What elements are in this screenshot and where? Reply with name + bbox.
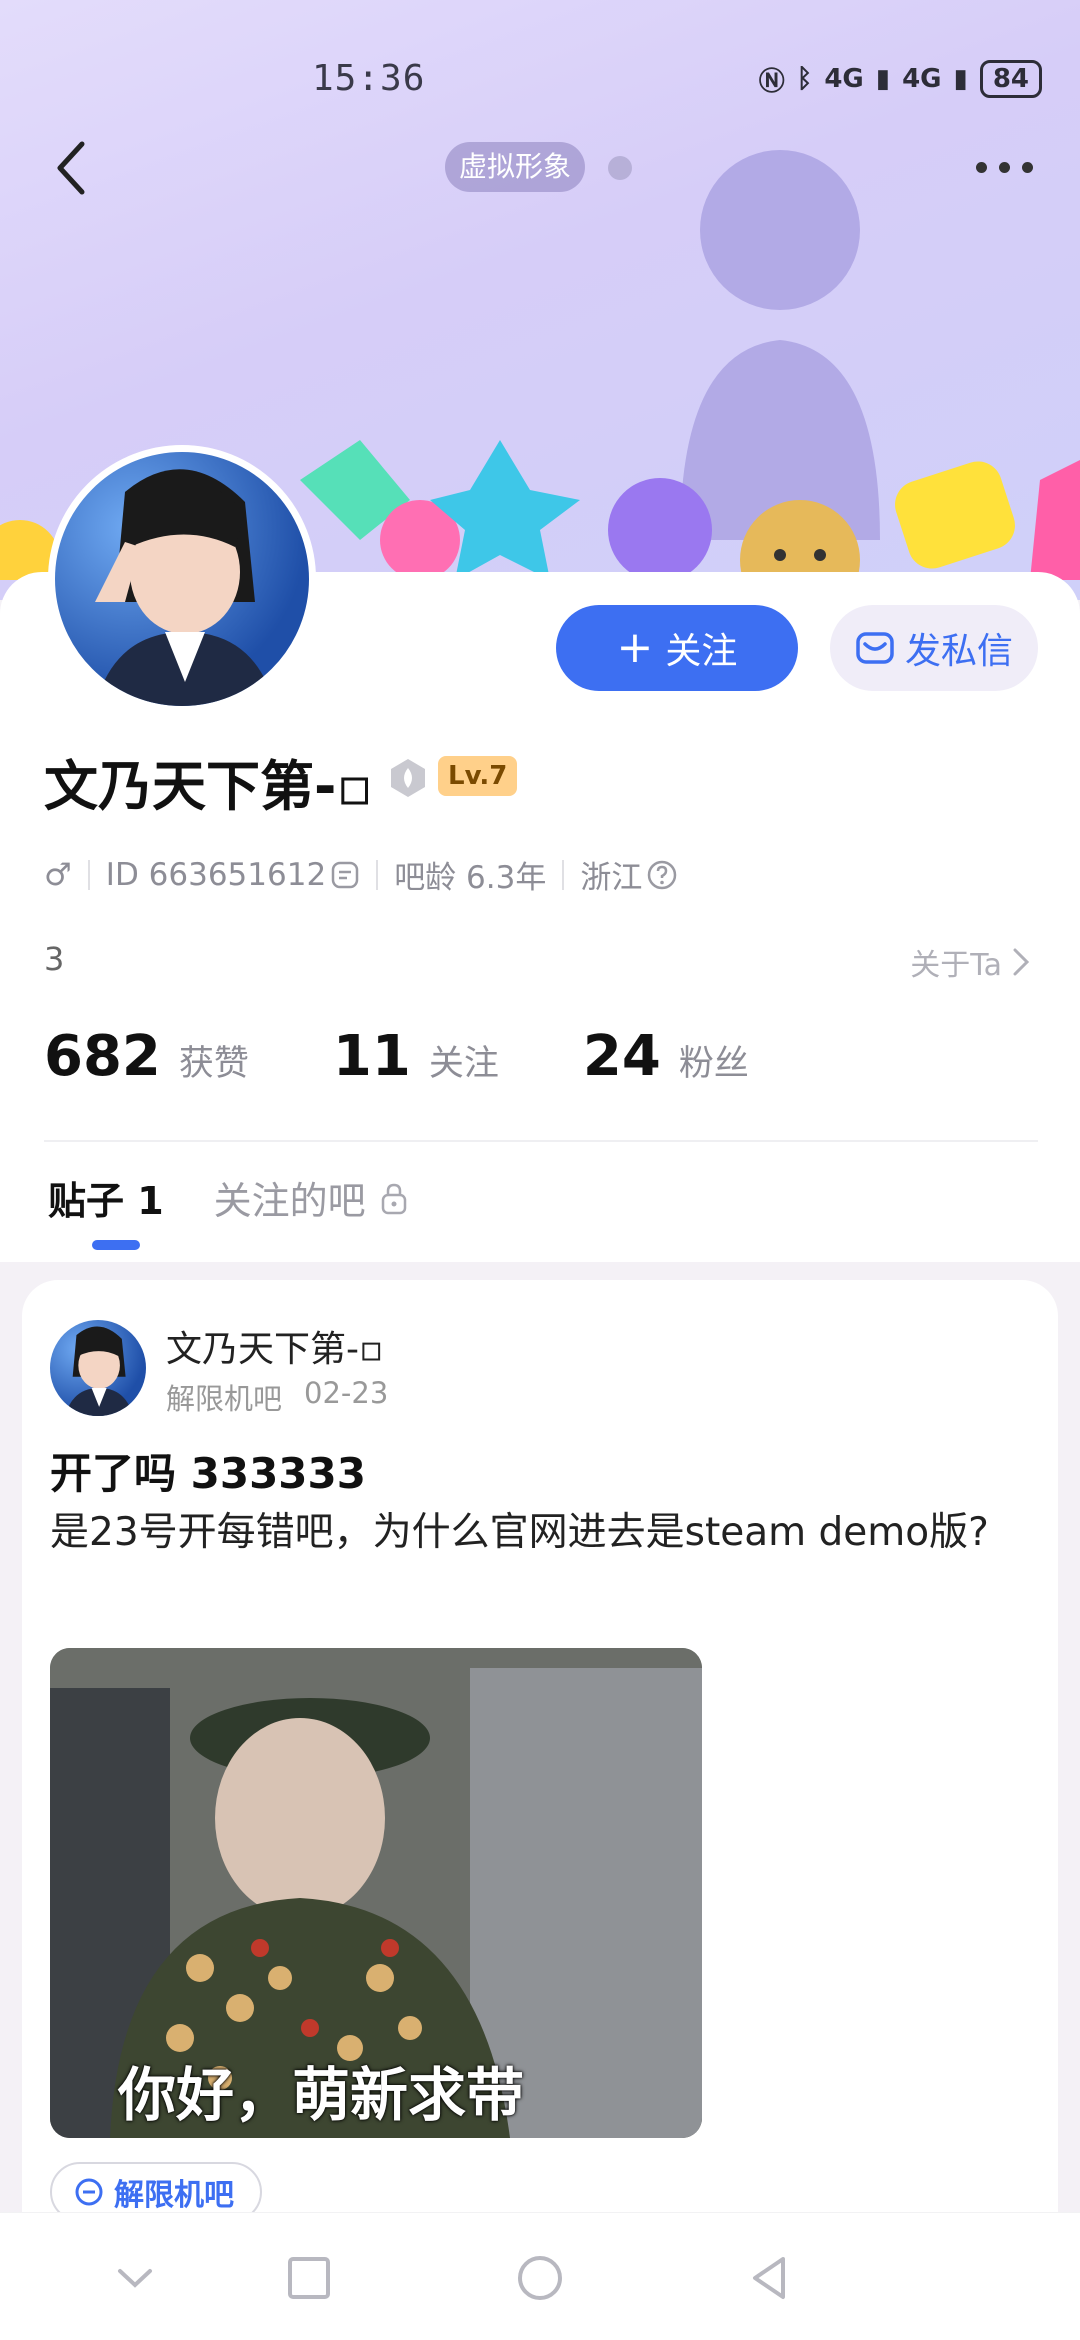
profile-avatar[interactable] <box>48 445 316 713</box>
profile-tabs: 贴子 1 关注的吧 <box>48 1170 408 1225</box>
post-date: 02-23 <box>304 1376 389 1410</box>
nfc-icon: Ⓝ <box>758 66 785 97</box>
stat-value: 11 <box>332 1024 411 1089</box>
recents-square-icon[interactable] <box>284 2253 334 2303</box>
stat-likes[interactable]: 682 获赞 <box>44 1024 249 1089</box>
battery-icon: 84 <box>979 60 1042 98</box>
profile-meta: ♂ ID 663651612 吧龄 6.3年 浙江 <box>44 852 678 897</box>
virtual-avatar-button[interactable]: 虚拟形象 <box>445 142 586 192</box>
stat-following[interactable]: 11 关注 <box>333 1024 499 1089</box>
copy-icon[interactable] <box>330 860 360 890</box>
gender-icon: ♂ <box>44 856 72 893</box>
level-badge: Lv.7 <box>438 756 518 796</box>
about-link[interactable]: 关于Ta <box>910 940 1032 984</box>
message-label: 发私信 <box>904 631 1013 672</box>
avatar-image <box>95 469 275 706</box>
network-label-2: 4G <box>902 64 942 94</box>
back-arrow-icon[interactable] <box>50 138 100 198</box>
divider <box>44 1140 1038 1142</box>
network-label-1: 4G <box>824 64 864 94</box>
about-label: 关于Ta <box>910 948 1002 983</box>
avatar-image <box>65 1326 134 1416</box>
signal-icon: ▮ <box>875 64 891 94</box>
stat-label: 粉丝 <box>678 1044 749 1084</box>
forum-tag-label: 解限机吧 <box>114 2178 234 2213</box>
tab-followed-forums[interactable]: 关注的吧 <box>214 1170 408 1225</box>
top-nav: 虚拟形象 <box>0 130 1080 210</box>
help-icon[interactable] <box>646 859 678 891</box>
badge-icon <box>391 759 425 797</box>
bluetooth-icon: ᛒ <box>796 64 813 94</box>
forum-icon <box>75 2178 103 2206</box>
chevron-down-icon[interactable] <box>110 2253 160 2303</box>
bio: 3 <box>44 940 65 978</box>
post-title: 开了吗 333333 <box>50 1449 366 1498</box>
post-body: 是23号开每错吧，为什么官网进去是steam demo版? <box>50 1510 989 1555</box>
post-forum[interactable]: 解限机吧 <box>166 1376 282 1418</box>
status-bar: 15:36 Ⓝ ᛒ 4G ▮ 4G ▮ 84 <box>0 58 1080 108</box>
mail-icon <box>856 632 894 664</box>
back-triangle-icon[interactable] <box>745 2253 795 2303</box>
location: 浙江 <box>580 860 643 896</box>
post-meta: 解限机吧 02-23 <box>166 1376 388 1418</box>
plus-icon: + <box>616 622 654 673</box>
stat-label: 获赞 <box>178 1044 249 1084</box>
indicator-dot <box>608 156 632 180</box>
stats-row: 682 获赞 11 关注 24 粉丝 <box>44 1024 833 1089</box>
stat-value: 24 <box>582 1024 661 1089</box>
system-icons: Ⓝ ᛒ 4G ▮ 4G ▮ 84 <box>759 60 1042 98</box>
clock: 15:36 <box>312 58 426 99</box>
account-age: 吧龄 6.3年 <box>394 860 547 896</box>
username: 文乃天下第-▫ <box>44 755 374 818</box>
follow-label: 关注 <box>665 631 738 672</box>
lock-icon <box>381 1183 406 1214</box>
private-message-button[interactable]: 发私信 <box>830 605 1038 691</box>
more-options-icon[interactable] <box>970 150 1040 184</box>
image-caption: 你好，萌新求带 <box>118 2061 525 2129</box>
post-author-avatar[interactable] <box>50 1320 146 1416</box>
user-id: ID 663651612 <box>105 856 327 893</box>
system-nav-bar <box>0 2212 1080 2340</box>
stat-fans[interactable]: 24 粉丝 <box>583 1024 749 1089</box>
post-image[interactable]: 你好，萌新求带 <box>50 1648 702 2138</box>
stat-value: 682 <box>44 1024 161 1089</box>
stat-label: 关注 <box>428 1044 499 1084</box>
active-tab-indicator <box>92 1240 140 1250</box>
chevron-right-icon <box>1013 948 1030 976</box>
tab-label: 关注的吧 <box>213 1179 366 1223</box>
profile-page: 15:36 Ⓝ ᛒ 4G ▮ 4G ▮ 84 虚拟形象 + 关注 发私信 文乃天… <box>0 0 1080 2340</box>
post-card[interactable]: 文乃天下第-▫ 解限机吧 02-23 开了吗 333333 是23号开每错吧，为… <box>22 1280 1058 2340</box>
post-author-name[interactable]: 文乃天下第-▫ <box>166 1320 383 1372</box>
follow-button[interactable]: + 关注 <box>556 605 798 691</box>
tab-posts[interactable]: 贴子 1 <box>48 1170 164 1225</box>
home-circle-icon[interactable] <box>515 2253 565 2303</box>
signal-icon: ▮ <box>953 64 968 94</box>
